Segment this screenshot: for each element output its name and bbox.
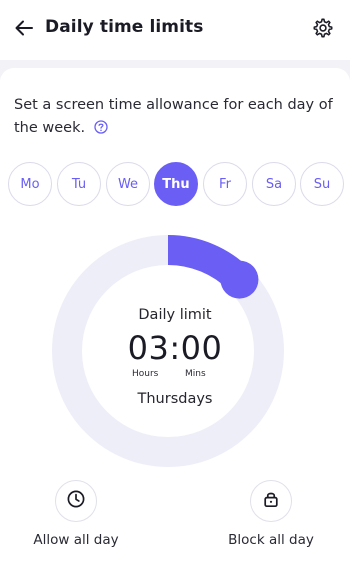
time-value: 03:00 bbox=[127, 329, 223, 367]
description-text: Set a screen time allowance for each day… bbox=[14, 97, 333, 136]
allow-all-day-label: Allow all day bbox=[33, 532, 119, 548]
time-limit-dial[interactable]: Daily limit 03:00 Hours Mins Thursdays bbox=[50, 231, 300, 481]
gear-icon bbox=[312, 17, 334, 43]
day-label: Sa bbox=[265, 176, 283, 192]
day-mo[interactable]: Mo bbox=[8, 162, 52, 206]
daily-limit-label: Daily limit bbox=[138, 307, 212, 323]
block-all-day-button[interactable]: Block all day bbox=[211, 480, 331, 548]
day-sa[interactable]: Sa bbox=[252, 162, 296, 206]
block-all-day-icon-circle bbox=[250, 480, 292, 522]
help-circle-icon[interactable] bbox=[94, 120, 108, 134]
day-fr[interactable]: Fr bbox=[203, 162, 247, 206]
settings-button[interactable] bbox=[309, 16, 337, 44]
dial-handle[interactable] bbox=[220, 260, 259, 299]
arrow-left-icon bbox=[13, 17, 35, 43]
allow-all-day-icon-circle bbox=[55, 480, 97, 522]
day-tu[interactable]: Tu bbox=[57, 162, 101, 206]
description: Set a screen time allowance for each day… bbox=[14, 94, 334, 140]
allow-all-day-button[interactable]: Allow all day bbox=[16, 480, 136, 548]
lock-icon bbox=[261, 489, 281, 513]
day-su[interactable]: Su bbox=[300, 162, 344, 206]
limits-card: Set a screen time allowance for each day… bbox=[0, 68, 350, 580]
day-label: Fr bbox=[219, 176, 231, 192]
day-thu[interactable]: Thu bbox=[154, 162, 198, 206]
clock-icon bbox=[66, 489, 86, 513]
day-selector: Mo Tu We Thu Fr Sa Su bbox=[8, 162, 348, 206]
day-label: Su bbox=[313, 176, 331, 192]
day-label: Mo bbox=[20, 176, 40, 192]
selected-day-label: Thursdays bbox=[137, 391, 213, 407]
day-label: Thu bbox=[162, 176, 190, 192]
block-all-day-label: Block all day bbox=[228, 532, 314, 548]
day-we[interactable]: We bbox=[106, 162, 150, 206]
page-title: Daily time limits bbox=[45, 17, 204, 37]
back-button[interactable] bbox=[10, 16, 38, 44]
hours-label: Hours bbox=[132, 369, 159, 379]
day-label: We bbox=[117, 176, 139, 192]
mins-label: Mins bbox=[185, 369, 206, 379]
day-label: Tu bbox=[71, 176, 87, 192]
header: Daily time limits bbox=[0, 0, 350, 60]
